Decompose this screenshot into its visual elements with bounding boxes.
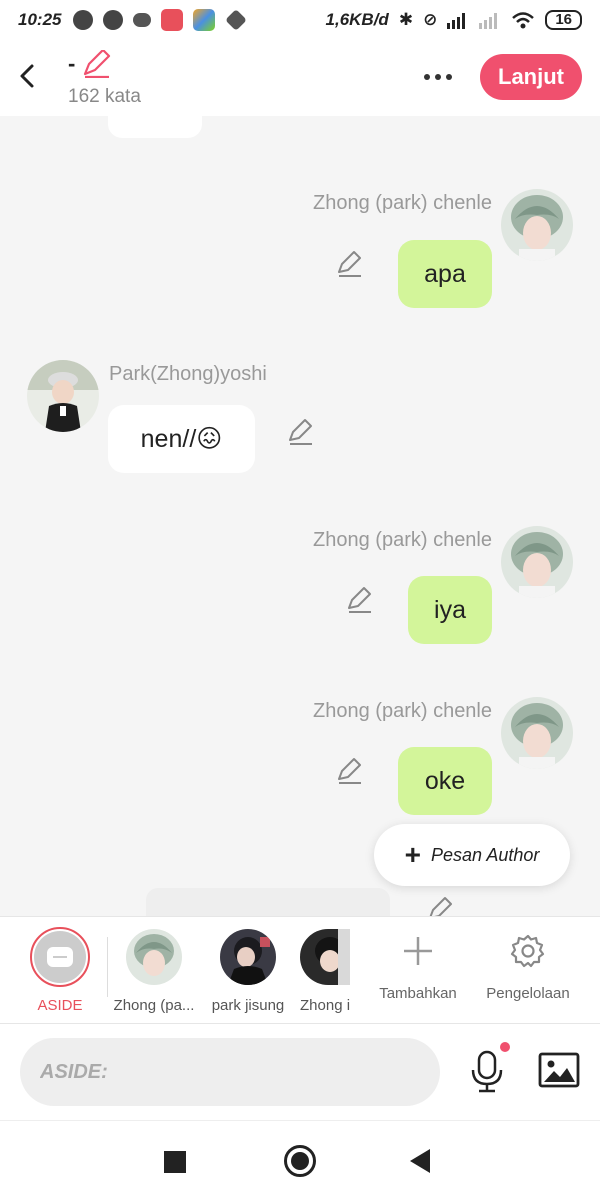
author-message-label: Pesan Author (430, 844, 540, 865)
add-character-button[interactable]: Tambahkan (376, 931, 460, 1002)
network-speed: 1,6KB/d (325, 10, 389, 29)
back-icon (20, 64, 34, 88)
notification-dot (500, 1042, 510, 1052)
character-label: park jisung (211, 997, 285, 1014)
character-selector: ASIDE Zhong (pa... park jisung Zhong i T… (0, 916, 600, 1024)
pencil-icon[interactable] (81, 50, 111, 78)
aside-input[interactable] (20, 1038, 440, 1106)
status-system-icons: 1,6KB/d ✱ ⊘ 16 (326, 10, 582, 30)
spotify-icon (73, 10, 94, 30)
character-label: Zhong i (300, 997, 350, 1014)
aside-avatar (30, 927, 90, 987)
avatar[interactable] (501, 189, 573, 261)
story-title[interactable]: - (68, 51, 75, 77)
gear-icon (508, 931, 548, 971)
status-notification-icons (73, 9, 248, 31)
home-icon (291, 1152, 309, 1170)
character-item[interactable]: park jisung (208, 929, 288, 1014)
bluetooth-icon: ✱ (398, 10, 414, 29)
chat-bubble-icon (47, 947, 73, 967)
image-icon (538, 1052, 580, 1088)
chat-area[interactable]: Zhong (park) chenle apa Park(Zhong)yoshi… (0, 116, 600, 916)
sender-name: Park(Zhong)yoshi (109, 363, 267, 385)
avatar-image (126, 929, 182, 985)
character-aside[interactable]: ASIDE (30, 927, 90, 1014)
kinemaster-icon (193, 9, 216, 31)
sender-name: Zhong (park) chenle (313, 700, 492, 722)
microphone-icon (471, 1050, 503, 1093)
character-label: Zhong (pa... (113, 997, 195, 1014)
mute-alarm-icon: ⊘ (423, 10, 438, 29)
avatar (220, 929, 276, 985)
status-time: 10:25 (18, 10, 62, 29)
avatar-image (27, 360, 99, 432)
avatar-image (300, 929, 350, 985)
avatar-image (501, 697, 573, 769)
next-button[interactable]: Lanjut (480, 54, 582, 100)
author-message-button[interactable]: + Pesan Author (374, 824, 570, 886)
avatar (300, 929, 350, 985)
pencil-icon[interactable] (286, 418, 314, 446)
layers-icon (225, 9, 248, 31)
character-item[interactable]: Zhong (pa... (112, 929, 196, 1014)
message-bubble[interactable]: nen//😖 (108, 405, 255, 473)
signal-icon (447, 13, 466, 29)
avatar[interactable] (27, 360, 99, 432)
message-bubble[interactable]: iya (408, 576, 492, 644)
character-label: ASIDE (37, 997, 83, 1014)
recent-apps-button[interactable] (164, 1151, 186, 1173)
add-character-label: Tambahkan (379, 985, 457, 1002)
pencil-icon[interactable] (335, 250, 363, 278)
sender-name: Zhong (park) chenle (313, 529, 492, 551)
back-button[interactable] (12, 58, 42, 94)
more-button[interactable] (418, 64, 458, 90)
system-back-button[interactable] (410, 1149, 430, 1173)
avatar-image (501, 526, 573, 598)
manage-characters-button[interactable]: Pengelolaan (484, 931, 572, 1002)
notification-icon (103, 10, 124, 30)
more-icon-dot (435, 74, 441, 80)
home-button[interactable] (284, 1145, 316, 1177)
plus-icon: + (404, 839, 421, 870)
pencil-icon[interactable] (335, 757, 363, 785)
message-bubble[interactable]: oke (398, 747, 492, 815)
avatar (126, 929, 182, 985)
word-count: 162 kata (68, 86, 141, 107)
input-bar (0, 1024, 600, 1120)
avatar[interactable] (501, 526, 573, 598)
eye-icon (133, 13, 152, 27)
story-header: - 162 kata Lanjut (0, 40, 600, 116)
microphone-button[interactable] (468, 1042, 512, 1094)
message-bubble-partial (146, 888, 390, 916)
pencil-icon[interactable] (345, 586, 373, 614)
title-area: - 162 kata (68, 50, 141, 108)
more-icon-dot (446, 74, 452, 80)
avatar-image (501, 189, 573, 261)
pencil-icon[interactable] (426, 896, 454, 916)
message-bubble[interactable]: apa (398, 240, 492, 308)
signal-2-icon (479, 13, 498, 29)
mangatoon-icon (161, 9, 184, 31)
divider (107, 937, 108, 997)
sender-name: Zhong (park) chenle (313, 192, 492, 214)
wifi-icon (512, 12, 535, 29)
image-button[interactable] (538, 1052, 582, 1092)
more-icon-dot (424, 74, 430, 80)
status-bar: 10:25 1,6KB/d ✱ ⊘ 16 (0, 0, 600, 40)
plus-icon (398, 931, 438, 971)
battery-indicator: 16 (545, 10, 582, 30)
character-item[interactable]: Zhong i (300, 929, 350, 1014)
avatar-image (220, 929, 276, 985)
avatar[interactable] (501, 697, 573, 769)
system-nav-bar (0, 1120, 600, 1200)
manage-characters-label: Pengelolaan (486, 985, 570, 1002)
message-bubble-partial (108, 116, 202, 138)
